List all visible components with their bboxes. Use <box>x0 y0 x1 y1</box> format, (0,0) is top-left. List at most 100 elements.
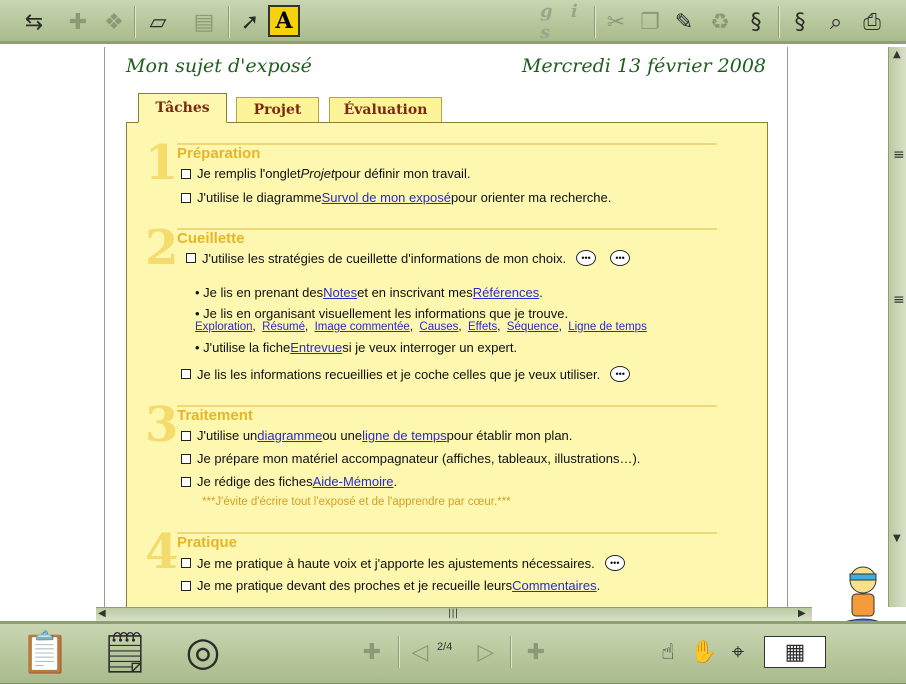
paste-icon[interactable]: ✎ <box>668 6 700 38</box>
task-text: pour orienter ma recherche. <box>450 190 612 205</box>
task-checkbox[interactable] <box>181 453 191 464</box>
link-ligne-de-temps-plan[interactable]: ligne de temps <box>362 428 447 443</box>
task-checkbox[interactable] <box>181 580 191 591</box>
bottom-toolbar: 📋 🗒 ◎ ✚ ◁ ▷ ✚ ☝ ✋ ⌖ ▦ <box>0 621 906 684</box>
task-checkbox[interactable] <box>181 192 191 203</box>
link-causes[interactable]: Causes <box>419 321 458 333</box>
task-checkbox[interactable] <box>181 558 191 568</box>
prev-page-icon[interactable]: ◁ <box>404 636 436 668</box>
task-line: Je me pratique à haute voix et j'apporte… <box>181 555 625 571</box>
speech-bubble-icon[interactable]: ••• <box>610 250 631 266</box>
copy-icon[interactable]: ❐ <box>634 6 666 38</box>
link-diagramme[interactable]: diagramme <box>257 428 322 443</box>
scissors-icon[interactable]: ✂ <box>600 6 632 38</box>
task-text: Je prépare mon matériel accompagnateur (… <box>197 451 641 466</box>
format-label: g i s <box>540 1 584 43</box>
link-exploration[interactable]: Exploration <box>195 321 253 333</box>
task-text: et en inscrivant mes <box>357 285 473 300</box>
search-icon[interactable]: ⌕ <box>820 6 852 38</box>
task-text-italic: Projet <box>300 166 335 181</box>
speech-bubble-icon[interactable]: ••• <box>576 250 597 266</box>
link-references[interactable]: Références <box>473 285 539 300</box>
link-notes[interactable]: Notes <box>323 285 357 300</box>
trash-icon[interactable]: ♻ <box>704 6 736 38</box>
task-text: Je rédige des fiches <box>197 474 313 489</box>
puzzle-pages-icon[interactable]: ❖ <box>98 6 130 38</box>
scroll-thumb[interactable]: ≡ <box>893 147 905 163</box>
tab-projet[interactable]: Projet <box>236 97 319 122</box>
clipboard-icon[interactable]: 📋 <box>18 624 72 680</box>
new-page-icon[interactable]: ✚ <box>520 636 552 668</box>
scroll-left-icon[interactable]: ◀ <box>98 608 106 619</box>
bullet-line: • J'utilise la fiche Entrevue si je veux… <box>195 340 517 355</box>
crosshair-icon[interactable]: ⌖ <box>722 636 754 668</box>
task-text: Je me pratique devant des proches et je … <box>197 578 513 593</box>
target-icon[interactable]: ◎ <box>174 624 232 680</box>
section-number: 1 <box>145 135 179 191</box>
task-text: . <box>393 474 398 489</box>
speech-bubble-icon[interactable]: ••• <box>610 366 631 382</box>
task-line: Je me pratique devant des proches et je … <box>181 578 600 593</box>
print-icon[interactable]: ⎙ <box>856 6 888 38</box>
task-text: • Je lis en prenant des <box>195 285 324 300</box>
task-text: pour établir mon plan. <box>446 428 573 443</box>
link-survol[interactable]: Survol de mon exposé <box>322 190 451 205</box>
page-navigator-icon[interactable]: ▦ <box>764 636 826 668</box>
text-box-icon[interactable]: ▤ <box>188 6 220 38</box>
link-effets[interactable]: Effets <box>468 321 497 333</box>
task-line: Je remplis l'onglet Projet pour définir … <box>181 166 470 181</box>
link-commentaires[interactable]: Commentaires <box>512 578 597 593</box>
page-date: Mercredi 13 février 2008 <box>521 55 766 77</box>
bullet-line: • Je lis en prenant des Notes et en insc… <box>195 285 543 300</box>
next-page-icon[interactable]: ▷ <box>470 636 502 668</box>
task-checkbox[interactable] <box>181 369 191 379</box>
section-number: 2 <box>145 220 179 276</box>
tab-taches[interactable]: Tâches <box>138 93 227 123</box>
spiral-menu-icon[interactable]: § <box>740 6 772 38</box>
task-checkbox[interactable] <box>181 476 191 487</box>
link-aide-memoire[interactable]: Aide-Mémoire <box>313 474 394 489</box>
task-checkbox[interactable] <box>181 430 191 441</box>
scroll-down-icon[interactable]: ▼ <box>893 533 901 544</box>
add-page-icon[interactable]: ✚ <box>356 636 388 668</box>
task-text: J'utilise le diagramme <box>197 190 322 205</box>
section-title-cueillette: Cueillette <box>177 230 245 247</box>
scroll-grip-icon[interactable]: ||| <box>448 608 458 619</box>
task-text: • J'utilise la fiche <box>195 340 291 355</box>
task-checkbox[interactable] <box>186 253 196 263</box>
notes-stack-icon[interactable]: 🗒 <box>98 624 152 680</box>
task-text: Je remplis l'onglet <box>197 166 301 181</box>
task-checkbox[interactable] <box>181 168 191 179</box>
top-toolbar: ⇆ ✚ ❖ ▱ ▤ ➚ A g i s ✂ ❐ ✎ ♻ § § ⌕ ⎙ <box>0 0 906 44</box>
task-line: Je lis les informations recueillies et j… <box>181 366 631 382</box>
highlight-text-button[interactable]: A <box>268 5 300 37</box>
link-entrevue[interactable]: Entrevue <box>290 340 342 355</box>
link-sequence[interactable]: Séquence <box>507 321 559 333</box>
scroll-up-icon[interactable]: ▲ <box>893 49 901 60</box>
link-ligne-de-temps[interactable]: Ligne de temps <box>568 321 647 333</box>
task-text: Je me pratique à haute voix et j'apporte… <box>197 555 595 571</box>
hand-move-icon[interactable]: ✋ <box>688 636 720 668</box>
link-resume[interactable]: Résumé <box>262 321 305 333</box>
tab-evaluation[interactable]: Évaluation <box>329 97 442 122</box>
eraser-icon[interactable]: ▱ <box>142 6 174 38</box>
home-icon[interactable]: ⇆ <box>18 6 50 38</box>
hand-select-icon[interactable]: ☝ <box>652 636 684 668</box>
speech-bubble-icon[interactable]: ••• <box>604 555 625 571</box>
task-text: si je veux interroger un expert. <box>342 340 518 355</box>
scroll-grip-icon[interactable]: ≡ <box>893 292 905 308</box>
scroll-right-icon[interactable]: ▶ <box>798 608 806 619</box>
task-text: J'utilise les stratégies de cueillette d… <box>202 250 567 266</box>
task-text: J'utilise un <box>197 428 258 443</box>
horizontal-scrollbar[interactable]: ◀ ||| ▶ <box>96 607 812 621</box>
task-line: J'utilise le diagramme Survol de mon exp… <box>181 190 611 205</box>
vertical-scrollbar[interactable]: ▲ ≡ ≡ ▼ <box>888 47 906 607</box>
section-title-traitement: Traitement <box>177 407 253 424</box>
right-margin <box>788 47 888 607</box>
pointer-icon[interactable]: ➚ <box>234 6 266 38</box>
spiral-icon[interactable]: § <box>784 6 816 38</box>
link-image-commentee[interactable]: Image commentée <box>315 321 410 333</box>
section-rule <box>177 228 717 230</box>
format-gis-icon[interactable]: g i s <box>540 1 590 43</box>
add-puzzle-icon[interactable]: ✚ <box>62 6 94 38</box>
